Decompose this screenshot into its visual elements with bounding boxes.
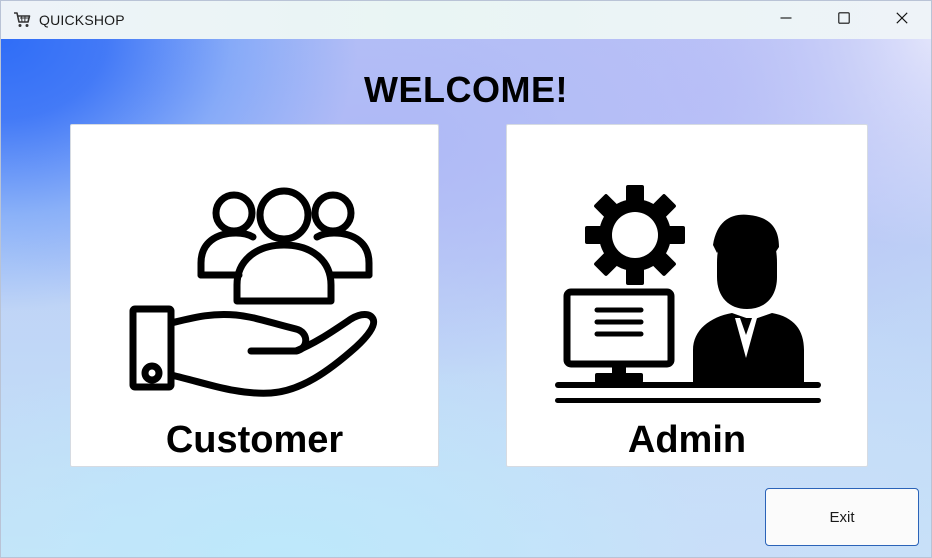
close-icon — [896, 11, 908, 29]
main-content: WELCOME! Customer Admin Exit — [1, 39, 931, 557]
customer-card[interactable]: Customer — [70, 124, 439, 467]
admin-label: Admin — [627, 419, 747, 461]
maximize-icon — [838, 11, 850, 29]
window-controls — [757, 1, 931, 39]
admin-card[interactable]: Admin — [506, 124, 868, 467]
minimize-icon — [780, 11, 792, 29]
window-title: QUICKSHOP — [39, 12, 125, 28]
exit-button[interactable]: Exit — [765, 488, 919, 546]
admin-computer-gear-icon — [555, 185, 821, 403]
shopping-cart-icon — [13, 11, 31, 29]
customer-group-hand-icon — [129, 187, 378, 397]
maximize-button[interactable] — [815, 1, 873, 39]
app-window: QUICKSHOP WELCOME! Customer Admin Exit — [0, 0, 932, 558]
close-button[interactable] — [873, 1, 931, 39]
customer-label: Customer — [165, 419, 344, 461]
minimize-button[interactable] — [757, 1, 815, 39]
welcome-heading: WELCOME! — [364, 69, 568, 110]
title-bar[interactable]: QUICKSHOP — [1, 1, 931, 39]
